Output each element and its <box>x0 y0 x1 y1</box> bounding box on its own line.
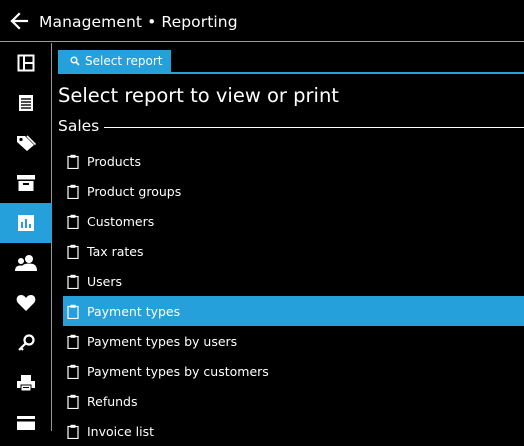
key-icon <box>18 334 35 351</box>
bar-chart-icon <box>18 215 34 231</box>
report-label: Products <box>87 153 141 169</box>
clipboard-icon <box>67 394 79 409</box>
report-label: Product groups <box>87 183 182 199</box>
report-list: Products Product groups Customers Tax ra… <box>63 146 524 446</box>
clipboard-icon <box>67 244 79 259</box>
tab-select-report[interactable]: Select report <box>58 50 171 72</box>
report-item-product-groups[interactable]: Product groups <box>63 176 524 206</box>
sidebar-item-print[interactable] <box>0 363 52 403</box>
report-label: Refunds <box>87 393 138 409</box>
clipboard-icon <box>67 274 79 289</box>
report-label: Tax rates <box>87 243 144 259</box>
report-item-tax-rates[interactable]: Tax rates <box>63 236 524 266</box>
report-item-payment-types[interactable]: Payment types <box>63 296 524 326</box>
archive-box-icon <box>17 175 35 191</box>
back-button[interactable] <box>10 10 30 32</box>
sidebar-item-reporting[interactable] <box>0 203 52 243</box>
report-label: Payment types by customers <box>87 363 269 379</box>
clipboard-icon <box>67 424 79 439</box>
report-item-invoice-list[interactable]: Invoice list <box>63 416 524 446</box>
sidebar-item-favorites[interactable] <box>0 283 52 323</box>
report-label: Invoice list <box>87 423 155 439</box>
document-list-icon <box>19 95 33 111</box>
clipboard-icon <box>67 184 79 199</box>
report-item-products[interactable]: Products <box>63 146 524 176</box>
sidebar-item-dashboard[interactable] <box>0 43 52 83</box>
clipboard-icon <box>67 304 79 319</box>
report-label: Payment types by users <box>87 333 238 349</box>
clipboard-icon <box>67 364 79 379</box>
sidebar-item-users[interactable] <box>0 243 52 283</box>
section-title-sales: Sales <box>58 117 100 135</box>
report-item-refunds[interactable]: Refunds <box>63 386 524 416</box>
tab-underline <box>58 72 524 74</box>
sidebar-item-access[interactable] <box>0 323 52 363</box>
report-label: Payment types <box>87 303 181 319</box>
report-label: Users <box>87 273 123 289</box>
report-item-customers[interactable]: Customers <box>63 206 524 236</box>
page-title: Select report to view or print <box>58 84 339 107</box>
sidebar-item-promotions[interactable] <box>0 123 52 163</box>
tab-label: Select report <box>85 54 163 68</box>
report-item-users[interactable]: Users <box>63 266 524 296</box>
report-label: Customers <box>87 213 155 229</box>
users-icon <box>15 255 37 271</box>
clipboard-icon <box>67 154 79 169</box>
app-header: Management • Reporting <box>0 0 524 42</box>
dashboard-icon <box>17 54 35 72</box>
clipboard-icon <box>67 334 79 349</box>
report-item-payment-types-by-customers[interactable]: Payment types by customers <box>63 356 524 386</box>
search-icon <box>70 56 80 66</box>
sidebar <box>0 43 52 431</box>
header-title: Management • Reporting <box>39 13 238 31</box>
sidebar-item-documents[interactable] <box>0 83 52 123</box>
credit-card-icon <box>17 416 35 430</box>
sidebar-item-stock[interactable] <box>0 163 52 203</box>
arrow-left-icon <box>10 12 29 30</box>
heart-icon <box>16 295 36 311</box>
section-divider <box>104 127 524 128</box>
printer-icon <box>17 375 35 392</box>
sidebar-item-payments[interactable] <box>0 403 52 443</box>
clipboard-icon <box>67 214 79 229</box>
report-item-payment-types-by-users[interactable]: Payment types by users <box>63 326 524 356</box>
tags-icon <box>17 135 36 151</box>
